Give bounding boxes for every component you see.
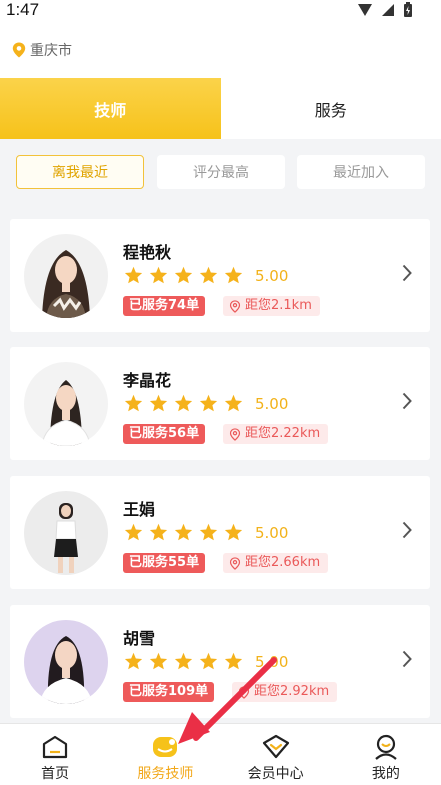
star-icon (199, 652, 218, 670)
distance-label: 距您2.22km (245, 426, 321, 441)
filter-top-rated-label: 评分最高 (193, 165, 249, 181)
technician-card[interactable]: 胡雪 5.00 已服务109单 距您2.92km (10, 605, 430, 718)
nav-home-label: 首页 (41, 766, 70, 782)
distance-label: 距您2.1km (245, 298, 312, 313)
star-icon (199, 523, 218, 541)
location-outline-icon (229, 556, 241, 570)
filter-nearest-button[interactable]: 离我最近 (16, 155, 144, 189)
nav-profile-label: 我的 (371, 766, 400, 782)
battery-icon (404, 2, 412, 17)
star-rating (124, 266, 243, 284)
star-icon (224, 523, 243, 541)
avatar (24, 234, 108, 318)
technician-icon (153, 737, 178, 757)
tab-technician[interactable]: 技师 (0, 78, 221, 139)
star-icon (149, 523, 168, 541)
technician-card[interactable]: 王娟 5.00 已服务55单 距您2.66km (10, 476, 430, 589)
star-icon (174, 266, 193, 284)
served-count-badge: 已服务74单 (123, 296, 206, 316)
star-rating (124, 652, 243, 670)
star-icon (124, 523, 143, 541)
star-icon (174, 652, 193, 670)
star-icon (224, 652, 243, 670)
tab-bar: 技师 服务 (0, 78, 441, 139)
status-time: 1:47 (6, 0, 40, 19)
star-rating (124, 523, 243, 541)
star-icon (149, 394, 168, 412)
bottom-nav: 首页 服务技师 会员中心 我的 (0, 723, 441, 785)
location-outline-icon (229, 299, 241, 313)
star-icon (199, 394, 218, 412)
star-icon (224, 266, 243, 284)
technician-name: 程艳秋 (123, 243, 172, 262)
signal-icon (358, 4, 372, 16)
star-icon (124, 652, 143, 670)
chevron-right-icon (402, 392, 412, 410)
distance-badge: 距您2.22km (223, 424, 329, 444)
status-icons (357, 2, 413, 18)
tab-technician-label: 技师 (94, 100, 127, 120)
technician-name: 胡雪 (123, 629, 156, 648)
star-icon (124, 394, 143, 412)
star-icon (224, 394, 243, 412)
distance-label: 距您2.92km (254, 684, 330, 699)
filter-bar: 离我最近 评分最高 最近加入 (0, 139, 441, 205)
location-outline-icon (229, 427, 241, 441)
technician-name: 李晶花 (123, 371, 172, 390)
star-icon (174, 523, 193, 541)
chevron-right-icon (402, 521, 412, 539)
served-count-badge: 已服务56单 (123, 424, 206, 444)
chevron-right-icon (402, 650, 412, 668)
tab-service[interactable]: 服务 (220, 78, 441, 139)
status-bar: 1:47 (0, 0, 441, 28)
rating-score: 5.00 (255, 524, 289, 542)
nav-profile[interactable]: 我的 (331, 724, 441, 785)
rating-score: 5.00 (255, 267, 289, 285)
avatar (24, 620, 108, 704)
profile-icon (375, 734, 397, 760)
nav-member[interactable]: 会员中心 (221, 724, 331, 785)
member-diamond-icon (262, 734, 289, 759)
nav-technician[interactable]: 服务技师 (110, 724, 220, 785)
distance-badge: 距您2.1km (223, 296, 320, 316)
filter-nearest-label: 离我最近 (52, 165, 108, 181)
location-pin-icon (12, 42, 26, 58)
technician-name: 王娟 (123, 500, 156, 519)
home-icon (43, 735, 68, 759)
network-icon (382, 4, 394, 16)
filter-top-rated-button[interactable]: 评分最高 (157, 155, 285, 189)
distance-badge: 距您2.92km (232, 682, 338, 702)
star-rating (124, 394, 243, 412)
filter-newest-button[interactable]: 最近加入 (297, 155, 425, 189)
location-selector[interactable]: 重庆市 (12, 40, 72, 60)
star-icon (199, 266, 218, 284)
nav-technician-label: 服务技师 (137, 766, 194, 782)
location-label: 重庆市 (30, 43, 72, 59)
served-count-badge: 已服务109单 (123, 682, 215, 702)
distance-badge: 距您2.66km (223, 553, 329, 573)
chevron-right-icon (402, 264, 412, 282)
filter-newest-label: 最近加入 (333, 165, 389, 181)
tab-service-label: 服务 (314, 100, 347, 120)
avatar (24, 491, 108, 575)
rating-score: 5.00 (255, 395, 289, 413)
avatar (24, 362, 108, 446)
location-outline-icon (238, 685, 250, 699)
technician-card[interactable]: 李晶花 5.00 已服务56单 距您2.22km (10, 347, 430, 460)
star-icon (149, 266, 168, 284)
served-count-badge: 已服务55单 (123, 553, 206, 573)
nav-member-label: 会员中心 (247, 766, 304, 782)
rating-score: 5.00 (255, 653, 289, 671)
star-icon (149, 652, 168, 670)
star-icon (124, 266, 143, 284)
distance-label: 距您2.66km (245, 555, 321, 570)
header: 重庆市 (0, 28, 441, 78)
star-icon (174, 394, 193, 412)
nav-home[interactable]: 首页 (0, 724, 110, 785)
technician-card[interactable]: 程艳秋 5.00 已服务74单 距您2.1km (10, 219, 430, 332)
